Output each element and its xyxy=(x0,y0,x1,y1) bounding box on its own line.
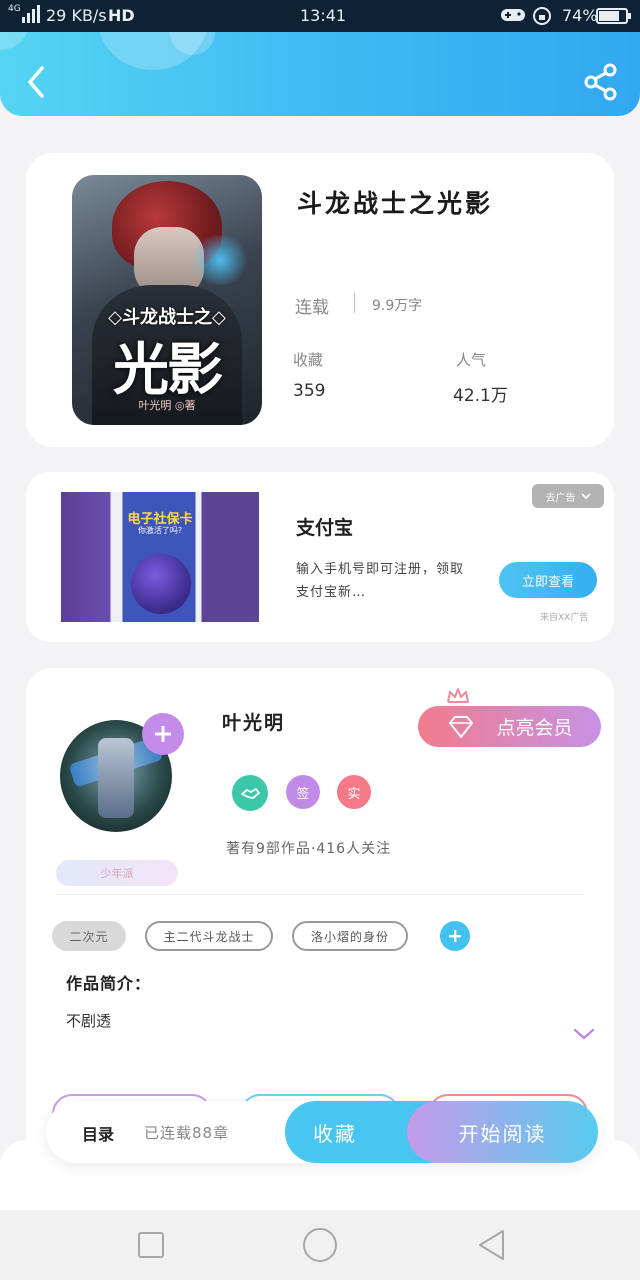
intro-text: 不剧透 xyxy=(66,1012,112,1030)
share-button[interactable] xyxy=(582,62,620,102)
plus-icon xyxy=(155,726,171,742)
battery-icon xyxy=(596,8,632,28)
medal-badge[interactable] xyxy=(232,775,268,811)
signal-icon xyxy=(22,5,42,27)
word-count: 9.9万字 xyxy=(372,298,423,314)
author-stats: 著有9部作品·416人关注 xyxy=(226,841,392,857)
back-button[interactable] xyxy=(22,62,52,102)
ad-description: 输入手机号即可注册，领取支付宝新… xyxy=(296,562,465,600)
start-reading-button[interactable]: 开始阅读 xyxy=(407,1101,598,1163)
chevron-down-icon xyxy=(580,493,591,500)
book-cover[interactable]: ◇斗龙战士之◇ 光影 叶光明 ◎著 xyxy=(72,175,262,425)
rotation-lock-icon xyxy=(532,6,552,30)
expand-intro-button[interactable] xyxy=(572,1026,596,1046)
remove-ad-button[interactable]: 去广告 xyxy=(532,484,604,508)
ad-planet-graphic xyxy=(131,554,191,614)
hd-badge: HD xyxy=(108,6,135,25)
triangle-back-icon xyxy=(479,1230,504,1260)
clock: 13:41 xyxy=(300,6,347,25)
serial-status: 连载 xyxy=(295,298,329,318)
book-title: 斗龙战士之光影 xyxy=(297,189,494,218)
battery-percent: 74% xyxy=(562,6,598,25)
cover-title: 光影 xyxy=(113,337,223,403)
vip-button[interactable]: 点亮会员 xyxy=(418,706,601,747)
divider xyxy=(56,894,584,895)
divider xyxy=(354,293,355,313)
chevron-down-icon xyxy=(573,1028,595,1040)
popularity-label: 人气 xyxy=(456,351,487,369)
verified-badge[interactable]: 实 xyxy=(337,775,371,809)
sign-badge[interactable]: 签 xyxy=(286,775,320,809)
home-button[interactable] xyxy=(303,1228,337,1262)
author-name: 叶光明 xyxy=(222,712,286,734)
view-now-button[interactable]: 立即查看 xyxy=(499,562,597,598)
avatar-art-figure xyxy=(98,738,134,818)
plus-icon xyxy=(449,930,461,942)
vip-button-label: 点亮会员 xyxy=(496,717,573,739)
recent-apps-button[interactable] xyxy=(138,1232,164,1258)
ad-source: 来自XX广告 xyxy=(540,613,589,623)
handshake-icon xyxy=(241,788,260,799)
bottom-action-bar: 目录 已连载88章 收藏 开始阅读 xyxy=(46,1101,598,1163)
cover-author: 叶光明 ◎著 xyxy=(138,399,196,412)
cover-art-glow xyxy=(190,235,250,285)
system-navigation-bar xyxy=(0,1210,640,1280)
network-speed: 29 KB/s xyxy=(46,6,107,25)
network-type: 4G xyxy=(8,4,21,14)
ad-title: 支付宝 xyxy=(296,517,354,539)
add-tag-button[interactable] xyxy=(440,921,470,951)
gamepad-icon xyxy=(500,6,526,28)
catalog-button[interactable]: 目录 xyxy=(82,1121,114,1145)
share-icon xyxy=(584,63,617,101)
diamond-icon xyxy=(449,715,474,738)
favorites-label: 收藏 xyxy=(293,351,324,369)
tag-chip[interactable]: 二次元 xyxy=(52,921,126,951)
tag-chip[interactable]: 主二代斗龙战士 xyxy=(145,921,273,951)
ad-image-subtitle: 你激活了吗? xyxy=(137,526,183,535)
chapter-status: 已连载88章 xyxy=(144,1124,230,1142)
popularity-count: 42.1万 xyxy=(453,386,508,406)
intro-label: 作品简介： xyxy=(66,974,152,993)
top-header: 4G 29 KB/s HD 13:41 74% xyxy=(0,0,640,116)
follow-author-button[interactable] xyxy=(142,713,184,755)
chevron-left-icon xyxy=(28,66,44,98)
nav-back-button[interactable] xyxy=(476,1228,506,1266)
favorites-count: 359 xyxy=(293,381,326,401)
ad-image[interactable]: 电子社保卡 你激活了吗? xyxy=(61,492,259,622)
remove-ad-label: 去广告 xyxy=(545,492,576,504)
status-bar: 4G 29 KB/s HD 13:41 74% xyxy=(0,0,640,32)
author-level-badge: 少年派 xyxy=(56,860,178,886)
tag-chip[interactable]: 洛小熠的身份 xyxy=(292,921,408,951)
